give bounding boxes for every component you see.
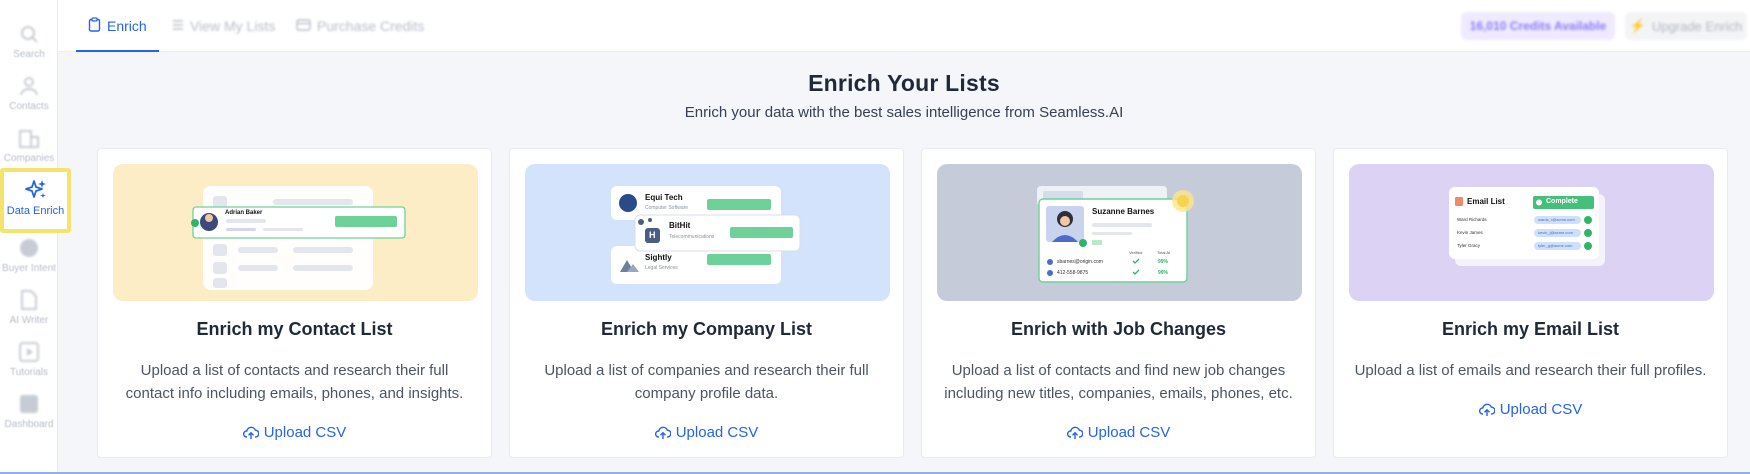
- card-title: Enrich my Contact List: [196, 319, 393, 339]
- sidebar: Search Contacts Companies Data Enrich Bu…: [0, 0, 71, 474]
- cloud-upload-icon: [654, 426, 671, 440]
- status-complete: Complete: [1546, 198, 1578, 205]
- sidebar-item-label: AI Writer: [9, 315, 49, 326]
- sidebar-item-buyer-intent[interactable]: Buyer Intent: [0, 228, 58, 280]
- tab-enrich[interactable]: Enrich: [76, 0, 159, 52]
- phone-score: 99%: [1158, 270, 1169, 276]
- card-contact-list[interactable]: Adrian Baker Enrich my Contact List Uplo…: [97, 148, 492, 458]
- column-verified: Verified: [1129, 250, 1143, 255]
- row-name: Kevin James: [1457, 230, 1483, 235]
- bolt-icon: ⚡: [1629, 18, 1646, 33]
- email-list-heading: Email List: [1467, 197, 1505, 206]
- play-icon: [17, 340, 41, 364]
- upload-label: Upload CSV: [1087, 424, 1171, 441]
- tab-view-my-lists[interactable]: View My Lists: [172, 0, 275, 52]
- company-industry-2: Telecommunications: [669, 234, 715, 240]
- tab-purchase-credits[interactable]: Purchase Credits: [296, 0, 424, 52]
- sidebar-item-label: Contacts: [9, 101, 49, 112]
- contact-name: Adrian Baker: [225, 210, 263, 216]
- company-name-3: Sightly: [645, 253, 672, 262]
- card-title: Enrich with Job Changes: [1010, 319, 1227, 339]
- row-name: Tyler Gracy: [1457, 243, 1481, 248]
- card-description: Upload a list of emails and research the…: [1354, 362, 1707, 379]
- sidebar-item-label: Dashboard: [4, 419, 54, 430]
- companies-icon: [17, 126, 41, 150]
- tab-label: Purchase Credits: [317, 18, 425, 34]
- upload-csv-button[interactable]: Upload CSV: [510, 424, 903, 441]
- company-list-illustration: Equi Tech Computer Software H BitHit Tel…: [525, 164, 890, 301]
- sidebar-item-label: Search: [13, 49, 45, 60]
- upload-label: Upload CSV: [1499, 401, 1583, 418]
- sidebar-item-data-enrich[interactable]: Data Enrich: [0, 168, 71, 233]
- person-email: sbarnes@origin.com: [1057, 259, 1103, 265]
- card-description: Upload a list of contacts and research t…: [125, 362, 464, 402]
- credit-card-icon: [296, 18, 311, 34]
- company-name-1: Equi Tech: [645, 193, 683, 202]
- row-email: wards_r@acme.com: [1538, 217, 1575, 222]
- sidebar-item-label: Tutorials: [10, 367, 48, 378]
- clipboard-icon: [88, 17, 101, 35]
- company-industry-1: Computer Software: [645, 205, 689, 211]
- company-logo-letter: H: [649, 230, 656, 240]
- upload-csv-button[interactable]: Upload CSV: [922, 424, 1315, 441]
- sidebar-item-tutorials[interactable]: Tutorials: [0, 332, 58, 384]
- row-name: Ward Richards: [1457, 217, 1487, 222]
- email-list-illustration: Email List Complete Ward Richards Kevin …: [1349, 164, 1714, 301]
- sidebar-item-label: Buyer Intent: [2, 263, 56, 274]
- column-total: Total AI: [1157, 250, 1171, 255]
- person-name: Suzanne Barnes: [1092, 207, 1155, 216]
- upgrade-label: Upgrade Enrich: [1651, 18, 1743, 34]
- contact-list-illustration: Adrian Baker: [113, 164, 478, 301]
- sidebar-item-companies[interactable]: Companies: [0, 118, 58, 170]
- card-company-list[interactable]: Equi Tech Computer Software H BitHit Tel…: [509, 148, 904, 458]
- cloud-upload-icon: [242, 426, 259, 440]
- card-title: Enrich my Company List: [600, 319, 813, 339]
- card-description: Upload a list of companies and research …: [544, 362, 869, 402]
- page-title: Enrich Your Lists: [808, 70, 1000, 96]
- job-changes-illustration: Suzanne Barnes Verified Total AI sbarnes…: [937, 164, 1302, 301]
- card-title: Enrich my Email List: [1441, 319, 1620, 339]
- cloud-upload-icon: [1066, 426, 1083, 440]
- row-email: kevin_j@acme.com: [1538, 230, 1573, 235]
- sidebar-item-search[interactable]: Search: [0, 14, 58, 66]
- tab-label: Enrich: [107, 18, 147, 34]
- sidebar-item-label: Companies: [3, 153, 55, 164]
- upgrade-enrich-button[interactable]: ⚡ Upgrade Enrich: [1625, 12, 1747, 40]
- sidebar-item-contacts[interactable]: Contacts: [0, 66, 58, 118]
- intent-icon: [17, 236, 41, 260]
- card-description: Upload a list of contacts and find new j…: [944, 362, 1293, 402]
- company-industry-3: Legal Services: [645, 265, 678, 271]
- sidebar-item-dashboard[interactable]: Dashboard: [0, 384, 58, 436]
- card-email-list[interactable]: Email List Complete Ward Richards Kevin …: [1333, 148, 1728, 458]
- dashboard-icon: [17, 392, 41, 416]
- document-icon: [17, 288, 41, 312]
- search-icon: [17, 22, 41, 46]
- company-name-2: BitHit: [669, 221, 691, 230]
- cloud-upload-icon: [1478, 403, 1495, 417]
- upload-csv-button[interactable]: Upload CSV: [1334, 401, 1727, 418]
- sparkles-icon: [24, 178, 48, 202]
- row-email: tyler_g@acme.com: [1538, 243, 1573, 248]
- upload-label: Upload CSV: [263, 424, 347, 441]
- page-subtitle: Enrich your data with the best sales int…: [684, 104, 1124, 121]
- credits-badge: 16,010 Credits Available: [1461, 12, 1615, 40]
- tab-label: View My Lists: [190, 18, 276, 34]
- card-job-changes[interactable]: Suzanne Barnes Verified Total AI sbarnes…: [921, 148, 1316, 458]
- sidebar-item-label: Data Enrich: [6, 205, 65, 217]
- email-score: 99%: [1158, 259, 1169, 265]
- upload-label: Upload CSV: [675, 424, 759, 441]
- sidebar-item-ai-writer[interactable]: AI Writer: [0, 280, 58, 332]
- list-icon: [172, 18, 184, 34]
- contacts-icon: [17, 74, 41, 98]
- top-bar: Enrich View My Lists Purchase Credits 16…: [58, 0, 1750, 52]
- person-phone: 412-558-9875: [1057, 270, 1089, 276]
- upload-csv-button[interactable]: Upload CSV: [98, 424, 491, 441]
